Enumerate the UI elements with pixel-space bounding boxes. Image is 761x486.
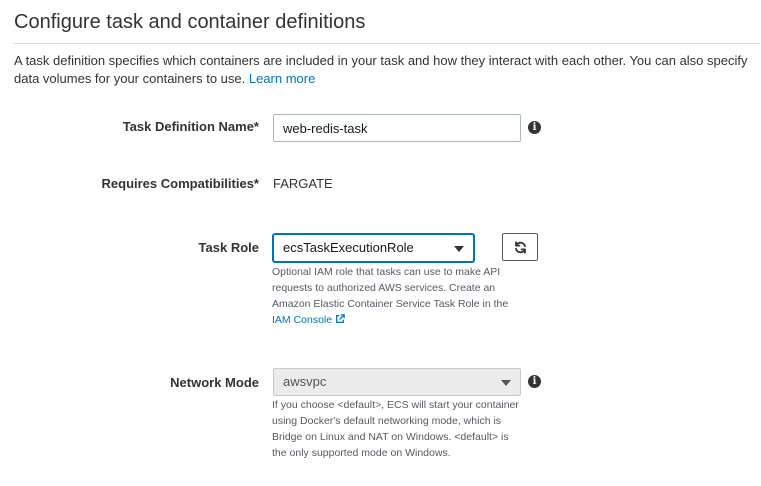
external-link-icon — [336, 314, 345, 323]
refresh-icon — [515, 241, 526, 254]
info-icon[interactable]: i — [528, 375, 541, 388]
task-role-label: Task Role — [198, 240, 259, 255]
network-mode-help: If you choose <default>, ECS will start … — [272, 399, 519, 459]
chevron-down-icon — [501, 380, 511, 386]
title-divider — [14, 43, 760, 44]
task-role-help-text: Optional IAM role that tasks can use to … — [272, 266, 509, 310]
requires-compatibilities-value: FARGATE — [273, 176, 333, 191]
page-title: Configure task and container definitions — [14, 11, 366, 33]
task-role-selected-value: ecsTaskExecutionRole — [283, 240, 414, 255]
iam-console-link[interactable]: IAM Console — [272, 314, 345, 326]
network-mode-select[interactable]: awsvpc — [273, 368, 521, 396]
description-text: A task definition specifies which contai… — [14, 53, 748, 86]
refresh-task-role-button[interactable] — [502, 233, 538, 261]
task-definition-page: Configure task and container definitions… — [0, 0, 761, 486]
requires-compatibilities-label: Requires Compatibilities* — [101, 176, 259, 191]
iam-console-link-label: IAM Console — [272, 314, 333, 326]
network-mode-selected-value: awsvpc — [283, 374, 327, 389]
learn-more-link[interactable]: Learn more — [249, 71, 315, 86]
chevron-down-icon — [454, 246, 464, 252]
task-role-help: Optional IAM role that tasks can use to … — [272, 264, 524, 328]
network-mode-label: Network Mode — [170, 375, 259, 390]
task-definition-name-label: Task Definition Name* — [122, 119, 259, 134]
info-icon[interactable]: i — [528, 121, 541, 134]
task-definition-name-input[interactable] — [273, 114, 521, 142]
page-description: A task definition specifies which contai… — [14, 52, 756, 88]
task-role-select[interactable]: ecsTaskExecutionRole — [273, 234, 474, 262]
